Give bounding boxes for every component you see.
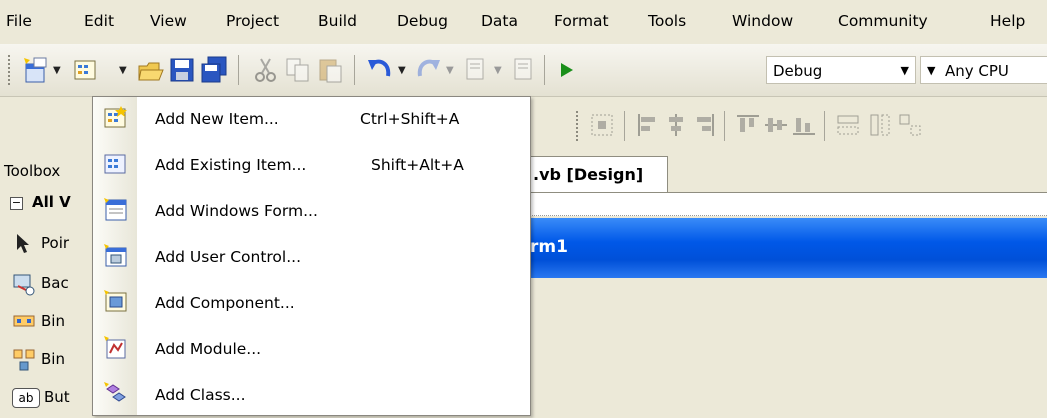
toolbox-group-all[interactable]: − All V xyxy=(4,188,92,220)
menu-view[interactable]: View xyxy=(150,12,187,30)
menu-project[interactable]: Project xyxy=(226,12,279,30)
menu-tools[interactable]: Tools xyxy=(648,12,686,30)
paste-icon[interactable] xyxy=(316,56,344,84)
menu-item-shortcut: Shift+Alt+A xyxy=(371,156,464,174)
make-same-width-icon[interactable] xyxy=(834,111,862,139)
form-body[interactable] xyxy=(530,278,1047,414)
redo-icon[interactable] xyxy=(414,56,442,84)
user-control-icon xyxy=(104,244,127,267)
toolbar-grip[interactable] xyxy=(8,55,13,85)
add-item-icon[interactable] xyxy=(72,56,100,84)
align-rights-icon[interactable] xyxy=(690,111,718,139)
menu-data[interactable]: Data xyxy=(481,12,518,30)
chevron-down-icon: ▼ xyxy=(900,64,909,77)
menu-item-label: Add User Control... xyxy=(155,248,302,266)
make-same-size-icon[interactable] xyxy=(896,111,924,139)
toolbox-item-label: Bin xyxy=(41,350,65,368)
chevron-down-icon[interactable]: ▼ xyxy=(53,65,61,76)
designer-surface xyxy=(530,192,1047,216)
toolbox-item-label: Bin xyxy=(41,312,65,330)
collapse-icon[interactable]: − xyxy=(10,197,23,210)
menu-item-add-windows-form[interactable]: Add Windows Form... xyxy=(93,189,530,234)
class-icon xyxy=(104,382,126,402)
toolbox-group-label: All V xyxy=(32,193,71,211)
toolbox-item-backgroundworker[interactable]: Bac xyxy=(0,266,94,304)
menu-debug[interactable]: Debug xyxy=(397,12,448,30)
toolbox-item-bindingsource[interactable]: Bin xyxy=(0,342,94,380)
align-tops-icon[interactable] xyxy=(734,111,762,139)
menu-item-label: Add Module... xyxy=(155,340,262,358)
menu-item-add-component[interactable]: Add Component... xyxy=(93,281,530,326)
form-title-bar[interactable]: rm1 xyxy=(530,218,1047,278)
chevron-down-icon[interactable]: ▼ xyxy=(398,65,406,76)
toolbox-item-label: But xyxy=(44,388,70,406)
toolbox-item-label: Poir xyxy=(41,234,70,252)
menu-community[interactable]: Community xyxy=(838,12,928,30)
toolbox-title: Toolbox xyxy=(4,162,61,180)
binding-source-icon xyxy=(13,349,35,371)
menu-item-add-existing-item[interactable]: Add Existing Item... Shift+Alt+A xyxy=(93,143,530,188)
toolbox-item-label: Bac xyxy=(41,274,69,292)
pointer-icon xyxy=(17,234,29,253)
menu-format[interactable]: Format xyxy=(554,12,609,30)
save-all-icon[interactable] xyxy=(200,56,228,84)
menu-item-label: Add Existing Item... xyxy=(155,156,307,174)
button-control-icon: ab xyxy=(12,388,40,408)
make-same-height-icon[interactable] xyxy=(866,111,894,139)
menu-bar: File Edit View Project Build Debug Data … xyxy=(0,0,1047,44)
menu-item-add-new-item[interactable]: Add New Item... Ctrl+Shift+A xyxy=(93,97,530,142)
start-debugging-icon[interactable] xyxy=(552,56,580,84)
add-item-dropdown-menu: Add New Item... Ctrl+Shift+A Add Existin… xyxy=(92,96,531,416)
module-icon xyxy=(104,336,126,359)
chevron-down-icon[interactable]: ▼ xyxy=(446,65,454,76)
menu-edit[interactable]: Edit xyxy=(84,12,114,30)
document-tab-design[interactable]: .vb [Design] xyxy=(530,156,668,192)
new-item-icon xyxy=(104,106,127,128)
solution-configuration-value: Debug xyxy=(773,62,823,80)
new-project-icon[interactable] xyxy=(22,56,50,84)
toolbox-item-bindingnavigator[interactable]: Bin xyxy=(0,304,94,342)
existing-item-icon xyxy=(104,154,126,174)
standard-toolbar: ▼ ▼ ▼ ▼ ▼ Debug ▼ ▼ Any CPU xyxy=(0,44,1047,97)
document-tab-label: .vb [Design] xyxy=(533,165,644,184)
align-lefts-icon[interactable] xyxy=(634,111,662,139)
component-icon xyxy=(104,290,127,312)
chevron-down-icon[interactable]: ▼ xyxy=(119,65,127,76)
menu-help[interactable]: Help xyxy=(990,12,1025,30)
align-to-grid-icon[interactable] xyxy=(588,111,616,139)
menu-item-label: Add New Item... xyxy=(155,110,279,128)
align-middles-icon[interactable] xyxy=(762,111,790,139)
chevron-down-icon[interactable]: ▼ xyxy=(494,65,502,76)
menu-file[interactable]: File xyxy=(6,12,32,30)
solution-platform-combo[interactable]: ▼ Any CPU xyxy=(920,56,1047,84)
windows-form-icon xyxy=(104,198,127,221)
solution-configuration-combo[interactable]: Debug ▼ xyxy=(766,56,916,84)
solution-platform-value: Any CPU xyxy=(945,62,1009,80)
menu-build[interactable]: Build xyxy=(318,12,357,30)
align-bottoms-icon[interactable] xyxy=(790,111,818,139)
cut-icon[interactable] xyxy=(252,56,280,84)
menu-item-label: Add Class... xyxy=(155,386,246,404)
binding-navigator-icon xyxy=(13,315,35,327)
toolbox-item-pointer[interactable]: Poir xyxy=(0,226,94,264)
toolbox-item-button[interactable]: ab But xyxy=(0,380,94,418)
menu-item-add-user-control[interactable]: Add User Control... xyxy=(93,235,530,280)
open-folder-icon[interactable] xyxy=(137,56,165,84)
copy-icon[interactable] xyxy=(284,56,312,84)
background-worker-icon xyxy=(13,274,35,296)
navigate-forward-icon[interactable] xyxy=(510,56,538,84)
menu-item-shortcut: Ctrl+Shift+A xyxy=(360,110,460,128)
menu-item-add-class[interactable]: Add Class... xyxy=(93,373,530,415)
toolbar-grip[interactable] xyxy=(576,111,581,141)
navigate-backward-icon[interactable] xyxy=(462,56,490,84)
menu-item-label: Add Windows Form... xyxy=(155,202,318,220)
chevron-down-icon: ▼ xyxy=(927,64,936,77)
form-title: rm1 xyxy=(530,237,568,257)
menu-item-label: Add Component... xyxy=(155,294,295,312)
save-icon[interactable] xyxy=(168,56,196,84)
menu-window[interactable]: Window xyxy=(732,12,793,30)
menu-item-add-module[interactable]: Add Module... xyxy=(93,327,530,372)
undo-icon[interactable] xyxy=(366,56,394,84)
align-centers-icon[interactable] xyxy=(662,111,690,139)
